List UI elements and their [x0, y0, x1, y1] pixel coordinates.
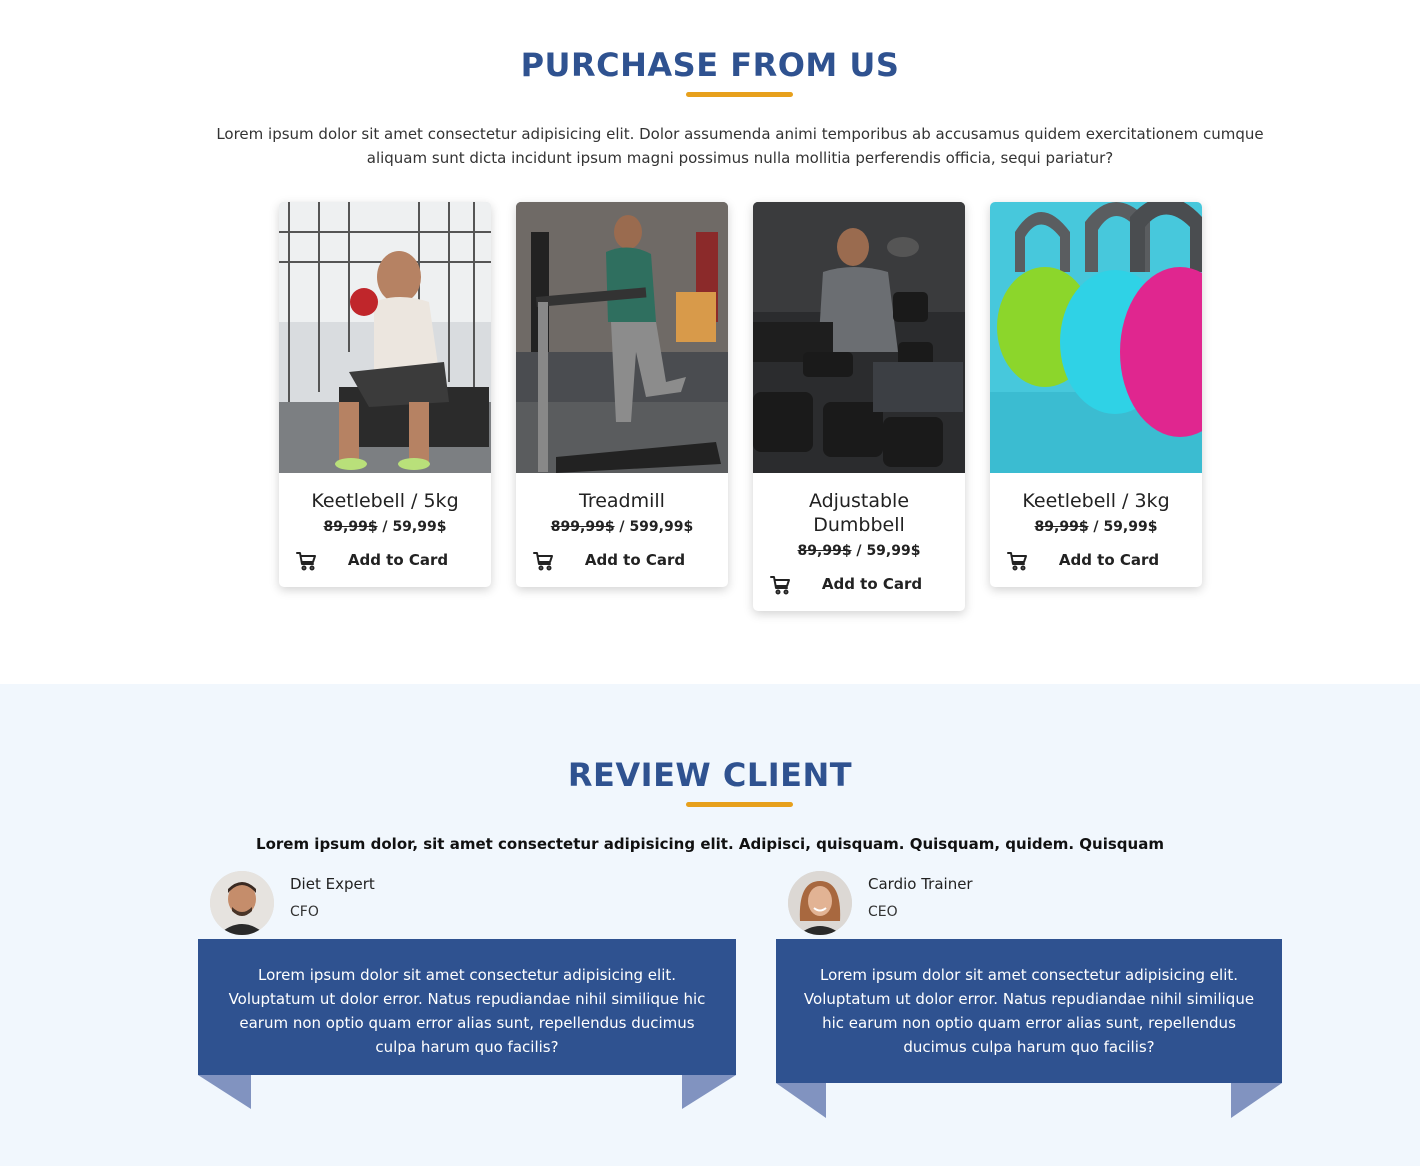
old-price: 89,99$ — [323, 519, 378, 535]
review-text: Lorem ipsum dolor sit amet consectetur a… — [803, 966, 1255, 1056]
ribbon-right — [1231, 1083, 1282, 1118]
purchase-title: PURCHASE FROM US — [520, 46, 900, 84]
old-price: 899,99$ — [550, 519, 615, 535]
reviewer-name: Diet Expert — [290, 875, 375, 893]
old-price: 89,99$ — [1034, 519, 1089, 535]
new-price: 599,99$ — [629, 519, 694, 535]
product-name: Keetlebell / 5kg — [311, 490, 459, 512]
add-to-card-button[interactable]: Add to Card — [763, 575, 955, 593]
purchase-intro: Lorem ipsum dolor sit amet consectetur a… — [216, 125, 1264, 167]
product-card: Keetlebell / 5kg 89,99$ / 59,99$ Add to … — [279, 202, 491, 587]
review-section: REVIEW CLIENT Lorem ipsum dolor, sit ame… — [0, 684, 1420, 1166]
product-name: Keetlebell / 3kg — [1022, 490, 1170, 512]
add-to-card-button[interactable]: Add to Card — [526, 551, 718, 569]
reviewer-header: Diet Expert CFO — [210, 871, 610, 937]
product-price: 89,99$ / 59,99$ — [323, 519, 447, 535]
product-image-kettlebells-colored — [990, 202, 1202, 473]
product-image-dumbbell — [753, 202, 965, 473]
old-price: 89,99$ — [797, 543, 852, 559]
product-image-kettlebell-workout — [279, 202, 491, 473]
reviewer-role: CFO — [290, 904, 319, 920]
ribbon-left — [198, 1075, 251, 1109]
product-name: Adjustable Dumbbell — [808, 490, 910, 536]
title-underline — [686, 802, 793, 807]
review-bubble: Lorem ipsum dolor sit amet consectetur a… — [776, 939, 1282, 1083]
product-price: 89,99$ / 59,99$ — [797, 543, 921, 559]
new-price: 59,99$ — [866, 543, 921, 559]
avatar — [788, 871, 852, 935]
ribbon-left — [776, 1083, 826, 1118]
add-to-card-button[interactable]: Add to Card — [289, 551, 481, 569]
product-card: Keetlebell / 3kg 89,99$ / 59,99$ Add to … — [990, 202, 1202, 587]
product-name: Treadmill — [579, 490, 665, 512]
new-price: 59,99$ — [1103, 519, 1158, 535]
add-to-card-button[interactable]: Add to Card — [1000, 551, 1192, 569]
product-card: Adjustable Dumbbell 89,99$ / 59,99$ Add … — [753, 202, 965, 611]
product-card: Treadmill 899,99$ / 599,99$ Add to Card — [516, 202, 728, 587]
product-image-treadmill — [516, 202, 728, 473]
new-price: 59,99$ — [392, 519, 447, 535]
title-underline — [686, 92, 793, 97]
product-price: 899,99$ / 599,99$ — [550, 519, 694, 535]
review-bubble: Lorem ipsum dolor sit amet consectetur a… — [198, 939, 736, 1075]
avatar — [210, 871, 274, 935]
review-subtitle: Lorem ipsum dolor, sit amet consectetur … — [256, 835, 1164, 853]
review-title: REVIEW CLIENT — [567, 756, 853, 794]
ribbon-right — [682, 1075, 736, 1109]
reviewer-header: Cardio Trainer CEO — [788, 871, 1188, 937]
purchase-section: PURCHASE FROM US Lorem ipsum dolor sit a… — [0, 0, 1420, 684]
reviewer-role: CEO — [868, 904, 898, 920]
review-text: Lorem ipsum dolor sit amet consectetur a… — [228, 966, 706, 1056]
product-price: 89,99$ / 59,99$ — [1034, 519, 1158, 535]
reviewer-name: Cardio Trainer — [868, 875, 973, 893]
